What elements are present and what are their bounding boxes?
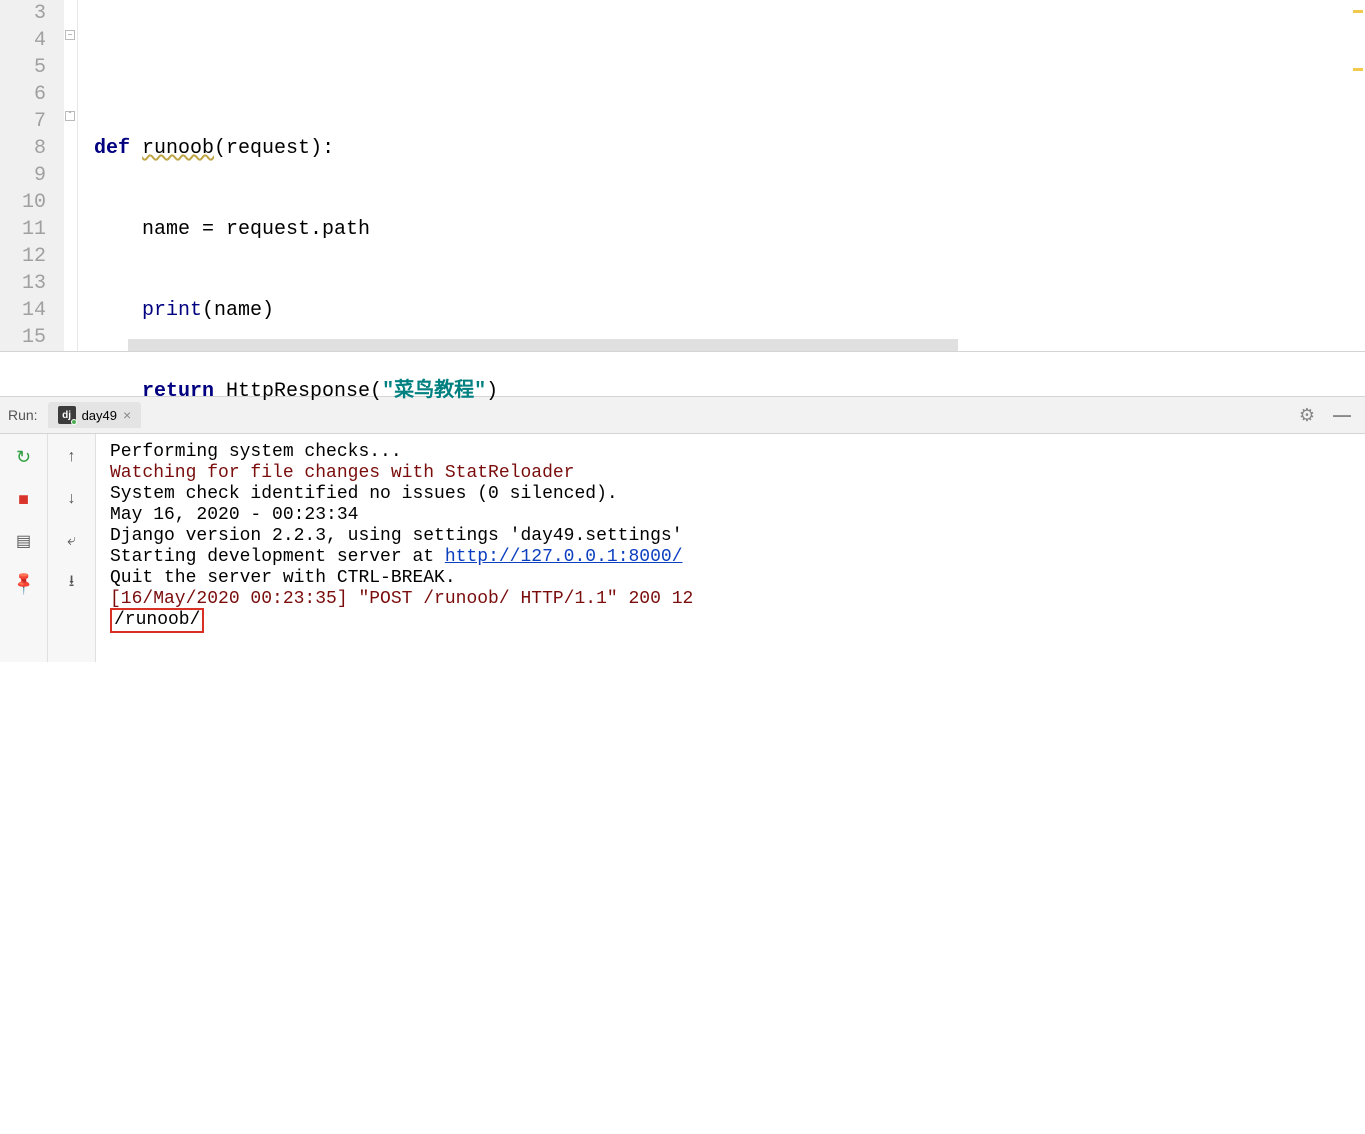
indent [94, 380, 142, 403]
error-stripe [1351, 0, 1365, 351]
string-literal: "菜鸟教程" [382, 380, 486, 403]
line-number: 15 [0, 324, 46, 351]
fold-end-icon[interactable]: ˆ [65, 111, 75, 121]
scroll-to-end-button[interactable]: ⭳ [59, 570, 85, 596]
fold-toggle-icon[interactable]: − [65, 30, 75, 40]
code-line: name = request.path [94, 216, 1351, 243]
line-number: 3 [0, 0, 46, 27]
line-number-gutter: 3 4 5 6 7 8 9 10 11 12 13 14 15 [0, 0, 64, 351]
layout-button[interactable]: ▤ [11, 528, 37, 554]
code-text: (name) [202, 299, 274, 322]
rerun-button[interactable]: ↻ [11, 444, 37, 470]
fold-column: − ˆ [64, 0, 78, 351]
function-name: runoob [142, 137, 214, 160]
run-panel-label: Run: [8, 407, 38, 423]
django-icon: dj [58, 406, 76, 424]
line-number: 13 [0, 270, 46, 297]
run-toolbar-right: ↑ ↓ ⤶ ⭳ [48, 434, 96, 662]
stop-button[interactable]: ■ [11, 486, 37, 512]
line-number: 12 [0, 243, 46, 270]
code-text: (request): [214, 137, 334, 160]
line-number: 7 [0, 108, 46, 135]
line-number: 14 [0, 297, 46, 324]
warning-mark-icon[interactable] [1353, 68, 1363, 71]
line-number: 9 [0, 162, 46, 189]
editor-pane: 3 4 5 6 7 8 9 10 11 12 13 14 15 − ˆ def … [0, 0, 1365, 352]
builtin-print: print [142, 299, 202, 322]
code-text: HttpResponse( [214, 380, 382, 403]
indent [94, 299, 142, 322]
code-text: ) [486, 380, 498, 403]
up-button[interactable]: ↑ [59, 444, 85, 470]
line-number: 4 [0, 27, 46, 54]
line-number: 10 [0, 189, 46, 216]
pin-button[interactable]: 📌 [5, 565, 42, 602]
run-toolbar-left: ↻ ■ ▤ 📌 [0, 434, 48, 662]
soft-wrap-button[interactable]: ⤶ [59, 528, 85, 554]
line-number: 5 [0, 54, 46, 81]
line-number: 11 [0, 216, 46, 243]
horizontal-scrollbar[interactable] [128, 339, 958, 351]
line-number: 6 [0, 81, 46, 108]
warning-mark-icon[interactable] [1353, 10, 1363, 13]
line-number: 8 [0, 135, 46, 162]
code-editor[interactable]: def runoob(request): name = request.path… [78, 0, 1351, 351]
down-button[interactable]: ↓ [59, 486, 85, 512]
keyword-def: def [94, 137, 130, 160]
keyword-return: return [142, 380, 214, 403]
